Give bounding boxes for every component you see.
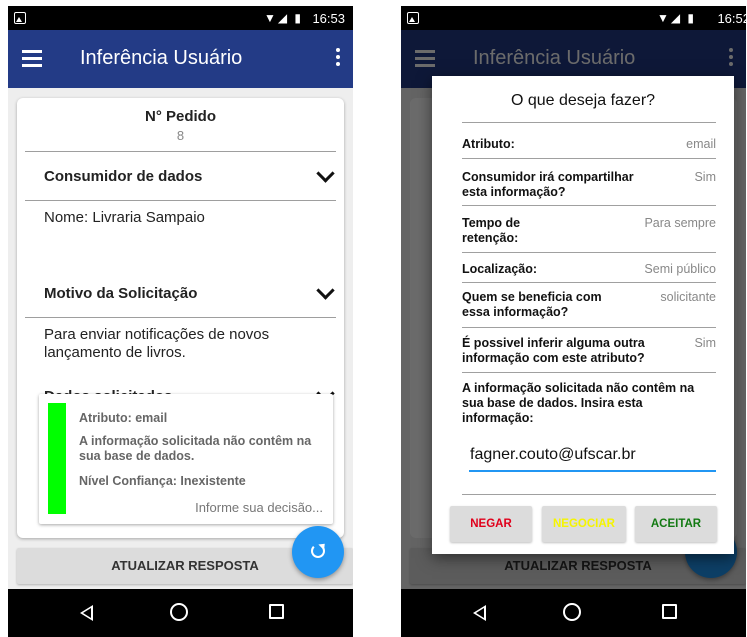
phone-screen-left: ▼◢ ▮ 16:53 Inferência Usuário N° Pedido … [8,6,353,637]
status-bar: ▼◢ ▮ 16:52 [401,6,746,30]
divider [462,282,716,283]
status-time: 16:52 [717,11,746,26]
divider [462,372,716,373]
more-options-icon[interactable] [335,48,341,70]
home-icon[interactable] [563,603,581,621]
request-card: N° Pedido 8 Consumidor de dados Nome: Li… [17,98,344,538]
refresh-icon [311,544,325,558]
section-reason-header[interactable]: Motivo da Solicitação [17,269,344,317]
app-bar: Inferência Usuário [8,30,353,88]
signal-battery-icons: ▼◢ ▮ [263,11,303,25]
row-value: Para sempre [644,216,716,230]
deny-button[interactable]: NEGAR [450,506,532,542]
divider [462,494,716,495]
decision-dialog: O que deseja fazer? Atributo: email Cons… [432,76,734,554]
back-icon[interactable] [473,605,486,621]
email-input[interactable]: fagner.couto@ufscar.br [469,446,716,472]
section-reason-body: Para enviar notificações de novos lançam… [44,326,270,361]
row-value: Semi público [644,262,716,276]
row-value: Sim [694,170,716,184]
row-key: É possivel inferir alguma outra informaç… [462,336,645,365]
image-notification-icon [14,12,26,24]
divider [462,122,716,123]
row-key: Quem se beneficia com essa informação? [462,290,602,319]
accept-button[interactable]: ACEITAR [635,506,717,542]
section-consumer-title: Consumidor de dados [44,168,203,185]
signal-battery-icons: ▼◢ ▮ [656,11,696,25]
item-attribute: Atributo: email [79,411,168,425]
row-value: email [686,137,716,151]
recent-apps-icon[interactable] [662,604,677,619]
app-title: Inferência Usuário [80,47,243,69]
order-number: 8 [176,128,185,143]
section-consumer-header[interactable]: Consumidor de dados [17,152,344,200]
row-value: solicitante [660,290,716,304]
item-confidence: Nível Confiança: Inexistente [79,474,246,488]
dialog-row: Atributo: email [462,137,716,152]
dialog-row: Tempo de retenção: Para sempre [462,216,716,246]
dialog-row: Localização: Semi público [462,262,716,277]
divider [462,158,716,159]
image-notification-icon [407,12,419,24]
chevron-down-icon[interactable] [318,167,332,181]
requested-data-item[interactable]: Atributo: email A informação solicitada … [39,394,333,524]
status-bar: ▼◢ ▮ 16:53 [8,6,353,30]
back-icon[interactable] [80,605,93,621]
menu-icon[interactable] [22,50,42,67]
negotiate-button[interactable]: NEGOCIAR [542,506,626,542]
chevron-down-icon[interactable] [318,284,332,298]
section-reason-title: Motivo da Solicitação [44,285,198,302]
decision-hint: Informe sua decisão... [195,500,323,515]
dialog-notice: A informação solicitada não contêm na su… [462,381,716,426]
item-message: A informação solicitada não contêm na su… [79,434,312,463]
row-key: Tempo de retenção: [462,216,521,245]
divider [462,205,716,206]
row-key: Atributo: [462,137,515,151]
divider [462,327,716,328]
refresh-fab[interactable] [292,526,344,578]
order-label: N° Pedido [144,108,216,125]
home-icon[interactable] [170,603,188,621]
order-header: N° Pedido 8 [17,98,344,143]
status-time: 16:53 [312,11,345,26]
phone-screen-right: ▼◢ ▮ 16:52 Inferência Usuário ATUALIZAR … [401,6,746,637]
divider [462,252,716,253]
dialog-row: Quem se beneficia com essa informação? s… [462,290,716,320]
recent-apps-icon[interactable] [269,604,284,619]
navigation-bar [401,589,746,637]
dialog-row: Consumidor irá compartilhar esta informa… [462,170,716,200]
notice-text: A informação solicitada não contêm na su… [462,381,695,425]
row-key: Localização: [462,262,538,276]
navigation-bar [8,589,353,637]
dialog-row: É possivel inferir alguma outra informaç… [462,336,716,366]
row-value: Sim [694,336,716,350]
section-consumer-body: Nome: Livraria Sampaio [44,209,205,226]
confidence-indicator [48,403,66,514]
dialog-title: O que deseja fazer? [510,92,656,109]
row-key: Consumidor irá compartilhar esta informa… [462,170,634,199]
